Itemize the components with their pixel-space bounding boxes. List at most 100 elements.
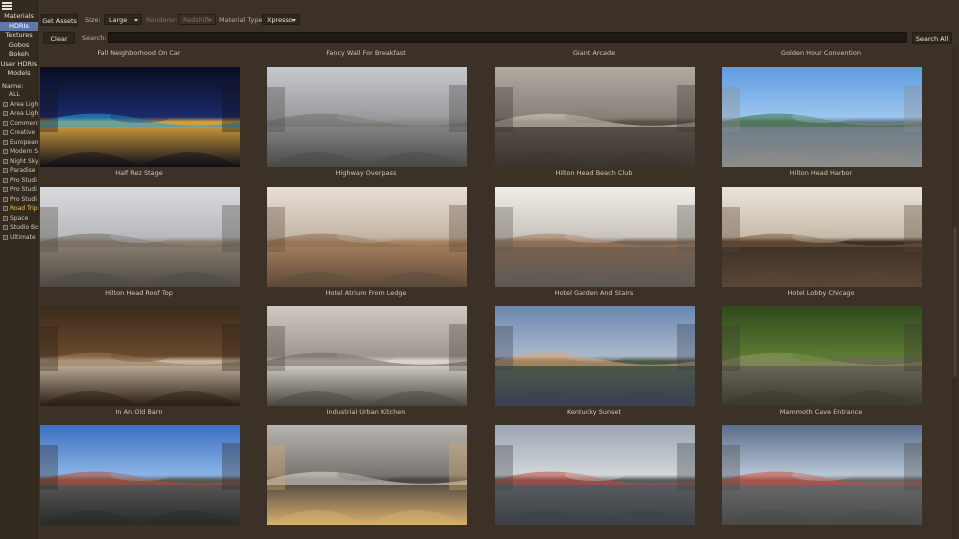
filter-all[interactable]: ALL (0, 90, 38, 100)
hdri-thumbnail[interactable] (267, 306, 467, 406)
filter-checkbox[interactable] (3, 196, 8, 202)
hdri-thumbnail[interactable] (722, 187, 922, 287)
filter-item[interactable]: Road Trip (0, 204, 38, 214)
hdri-card[interactable]: Kentucky Sunset (494, 306, 722, 426)
hdri-thumbnail[interactable] (40, 67, 240, 167)
filter-checkbox[interactable] (3, 101, 8, 107)
filter-checkbox[interactable] (3, 234, 8, 240)
search-input[interactable] (108, 32, 907, 43)
hamburger-menu-icon[interactable] (2, 2, 12, 10)
filter-checkbox[interactable] (3, 215, 8, 221)
thumbnail-caption: Hotel Garden And Stairs (554, 289, 634, 297)
hdri-card[interactable]: Hilton Head Beach Club (494, 67, 722, 187)
tab-gobos[interactable]: Gobos (0, 41, 38, 51)
hdri-card[interactable]: Hotel Garden And Stairs (494, 187, 722, 307)
filter-checkbox[interactable] (3, 206, 8, 212)
filter-item[interactable]: Area Ligh (0, 100, 38, 110)
panorama-image (495, 425, 695, 525)
filter-item[interactable]: Pro Studi (0, 185, 38, 195)
filter-item[interactable]: Space (0, 214, 38, 224)
hdri-thumbnail[interactable] (267, 67, 467, 167)
renderer-dropdown[interactable]: Redshift (178, 14, 216, 25)
panorama-image (495, 67, 695, 167)
filter-checkbox[interactable] (3, 149, 8, 155)
chevron-down-icon (134, 19, 138, 22)
hdri-thumbnail[interactable] (495, 187, 695, 287)
hdri-thumbnail[interactable] (722, 306, 922, 406)
filter-item[interactable]: Studio Bo (0, 223, 38, 233)
filter-item[interactable]: Paradise (0, 166, 38, 176)
thumbnail-caption: Hotel Lobby Chicago (787, 289, 855, 297)
filter-checkbox[interactable] (3, 120, 8, 126)
filter-checkbox[interactable] (3, 225, 8, 231)
tab-models[interactable]: Models (0, 69, 38, 79)
hdri-thumbnail[interactable] (722, 425, 922, 525)
tab-materials[interactable]: Materials (0, 12, 38, 22)
material-type-dropdown[interactable]: Xpresso (262, 14, 300, 25)
search-label: Search: (82, 34, 107, 42)
resize-grip[interactable] (0, 533, 38, 539)
chevron-down-icon (292, 19, 296, 22)
size-dropdown[interactable]: Large (104, 14, 142, 25)
filter-checkbox[interactable] (3, 158, 8, 164)
filter-item[interactable]: Pro Studi (0, 195, 38, 205)
filter-checkbox[interactable] (3, 177, 8, 183)
filter-list: ALL Area Ligh Area Ligh Commerc Creative Euro… (0, 90, 38, 242)
hdri-card[interactable]: Hilton Head Harbor (721, 67, 949, 187)
filter-checkbox[interactable] (3, 130, 8, 136)
hdri-card[interactable]: Industrial Urban Kitchen (266, 306, 494, 426)
filter-item[interactable]: Night Sky (0, 157, 38, 167)
size-value: Large (109, 16, 128, 24)
filter-item[interactable]: Ultimate (0, 233, 38, 243)
filter-item[interactable]: Pro Studi (0, 176, 38, 186)
vertical-scrollbar[interactable] (952, 47, 958, 539)
filter-label: Road Trip (10, 205, 38, 212)
size-label: Size: (85, 16, 101, 24)
hdri-thumbnail[interactable] (40, 425, 240, 525)
filter-label: Paradise (10, 167, 36, 174)
filter-label: Space (10, 214, 29, 222)
filter-item[interactable]: Area Ligh (0, 109, 38, 119)
hdri-card[interactable]: Hotel Atrium From Ledge (266, 187, 494, 307)
tab-bokeh[interactable]: Bokeh (0, 50, 38, 60)
hdri-thumbnail[interactable] (267, 425, 467, 525)
filter-item[interactable]: Commerc (0, 119, 38, 129)
hdri-thumbnail[interactable] (40, 187, 240, 287)
hdri-card[interactable] (494, 425, 722, 539)
hdri-card[interactable] (266, 425, 494, 539)
panorama-image (495, 306, 695, 406)
hdri-card[interactable]: Highway Overpass (266, 67, 494, 187)
panorama-image (40, 67, 240, 167)
tab-textures[interactable]: Textures (0, 31, 38, 41)
filter-checkbox[interactable] (3, 111, 8, 117)
filter-item[interactable]: Creative (0, 128, 38, 138)
hdri-thumbnail[interactable] (495, 425, 695, 525)
hdri-card[interactable] (721, 425, 949, 539)
tab-user-hdris[interactable]: User HDRIs (0, 60, 38, 70)
hdri-card[interactable]: Half Rez Stage (39, 67, 267, 187)
filter-checkbox[interactable] (3, 168, 8, 174)
filter-checkbox[interactable] (3, 187, 8, 193)
category-tabs: Materials HDRIs Textures Gobos Bokeh Use… (0, 12, 38, 79)
hdri-card[interactable]: Hotel Lobby Chicago (721, 187, 949, 307)
hdri-card[interactable]: In An Old Barn (39, 306, 267, 426)
filter-item[interactable]: European (0, 138, 38, 148)
search-all-button[interactable]: Search All (912, 32, 952, 44)
thumbnail-caption: Industrial Urban Kitchen (326, 408, 406, 416)
hdri-thumbnail[interactable] (722, 67, 922, 167)
filter-item[interactable]: Modern S (0, 147, 38, 157)
hdri-thumbnail[interactable] (40, 306, 240, 406)
thumbnail-caption: Half Rez Stage (115, 169, 163, 177)
hdri-card[interactable]: Hilton Head Roof Top (39, 187, 267, 307)
hdri-thumbnail[interactable] (267, 187, 467, 287)
tab-hdris[interactable]: HDRIs (0, 21, 38, 31)
hdri-card[interactable] (39, 425, 267, 539)
get-assets-button[interactable]: Get Assets (41, 14, 78, 26)
filter-checkbox[interactable] (3, 139, 8, 145)
hdri-card[interactable]: Mammoth Cave Entrance (721, 306, 949, 426)
clear-button[interactable]: Clear (43, 32, 75, 44)
filter-label: Creative (10, 129, 36, 136)
scrollbar-thumb[interactable] (953, 227, 957, 377)
hdri-thumbnail[interactable] (495, 306, 695, 406)
hdri-thumbnail[interactable] (495, 67, 695, 167)
